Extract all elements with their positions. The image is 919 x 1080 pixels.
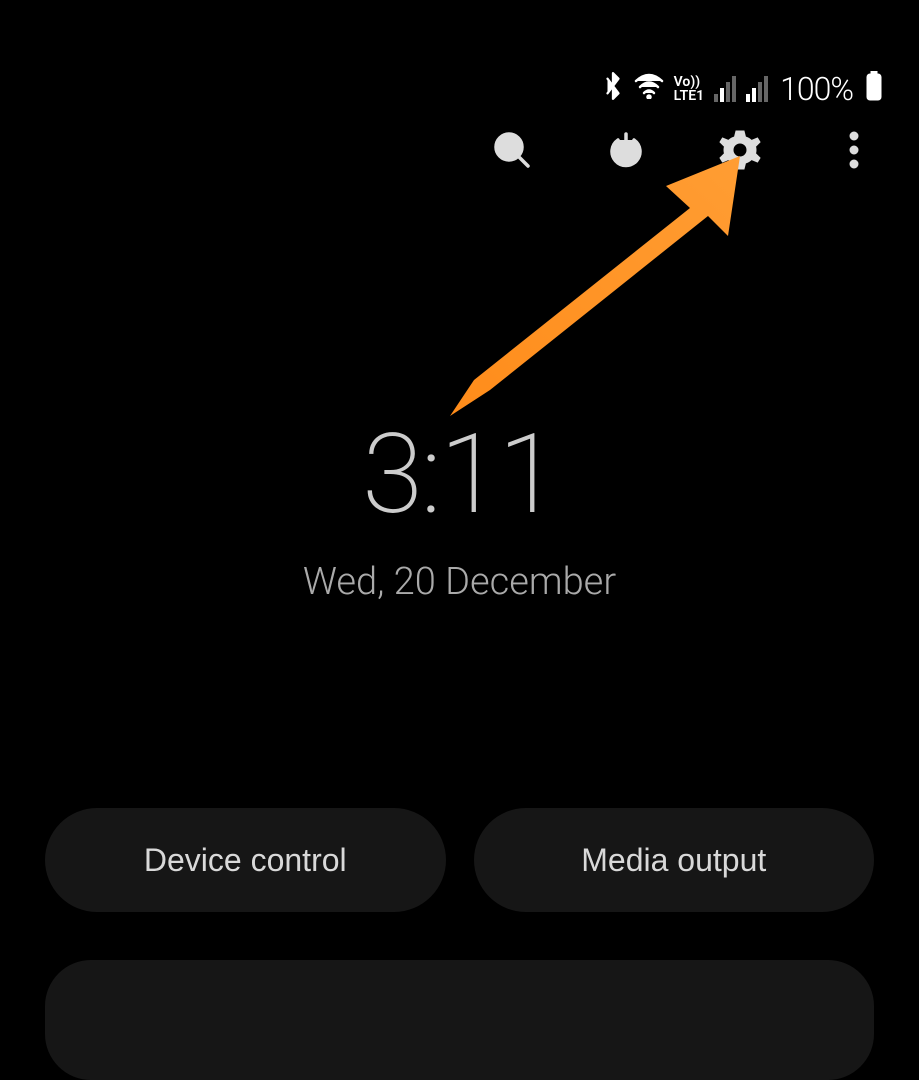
settings-button[interactable] xyxy=(717,128,763,174)
more-button[interactable] xyxy=(831,128,877,174)
notification-card[interactable] xyxy=(45,960,874,1080)
quick-panel-toolbar xyxy=(489,128,877,174)
signal-sim2-icon xyxy=(746,76,768,102)
bluetooth-icon xyxy=(602,71,624,108)
device-control-button[interactable]: Device control xyxy=(45,808,446,912)
clock-section: 3:11 Wed, 20 December xyxy=(0,420,919,604)
battery-icon xyxy=(865,71,883,108)
quick-action-row: Device control Media output xyxy=(45,808,874,912)
power-button[interactable] xyxy=(603,128,649,174)
search-button[interactable] xyxy=(489,128,535,174)
wifi-icon xyxy=(634,73,664,106)
power-icon xyxy=(606,130,646,173)
clock-time: 3:11 xyxy=(0,420,919,530)
search-icon xyxy=(492,130,532,173)
gear-icon xyxy=(719,129,761,174)
volte-icon: Vo)) LTE1 xyxy=(674,75,704,103)
signal-sim1-icon xyxy=(714,76,736,102)
more-vertical-icon xyxy=(849,130,859,173)
status-icons: Vo)) LTE1 xyxy=(602,71,768,108)
status-bar: Vo)) LTE1 100% xyxy=(602,70,883,108)
battery-percentage: 100% xyxy=(780,70,853,108)
clock-date: Wed, 20 December xyxy=(0,560,919,604)
annotation-arrow-icon xyxy=(440,150,760,440)
media-output-button[interactable]: Media output xyxy=(474,808,875,912)
